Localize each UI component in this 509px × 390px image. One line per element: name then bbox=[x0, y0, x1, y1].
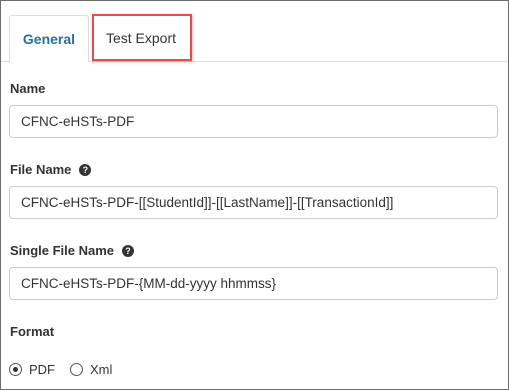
file-name-label: File Name ? bbox=[10, 162, 92, 177]
file-name-input[interactable]: CFNC-eHSTs-PDF-[[StudentId]]-[[LastName]… bbox=[9, 186, 498, 219]
format-xml-label[interactable]: Xml bbox=[90, 362, 112, 377]
question-circle-icon[interactable]: ? bbox=[79, 163, 92, 176]
name-label-text: Name bbox=[10, 81, 46, 96]
name-label: Name bbox=[10, 81, 45, 96]
format-xml-radio[interactable] bbox=[70, 362, 83, 376]
single-file-name-label: Single File Name ? bbox=[10, 243, 135, 258]
format-pdf-radio[interactable] bbox=[9, 362, 22, 376]
file-name-label-text: File Name bbox=[10, 162, 72, 177]
format-pdf-label[interactable]: PDF bbox=[29, 362, 55, 377]
format-label-text: Format bbox=[10, 324, 55, 339]
format-label: Format bbox=[10, 324, 54, 339]
single-file-name-input[interactable]: CFNC-eHSTs-PDF-{MM-dd-yyyy hhmmss} bbox=[9, 267, 498, 300]
tab-bar: General Test Export bbox=[1, 1, 508, 63]
tab-test-export[interactable]: Test Export bbox=[97, 15, 185, 63]
tab-general[interactable]: General bbox=[9, 15, 89, 63]
question-circle-icon[interactable]: ? bbox=[122, 244, 135, 257]
format-radio-group: PDF Xml bbox=[9, 360, 112, 378]
single-file-name-label-text: Single File Name bbox=[10, 243, 115, 258]
export-settings-panel: General Test Export Name CFNC-eHSTs-PDF … bbox=[0, 0, 509, 390]
name-input[interactable]: CFNC-eHSTs-PDF bbox=[9, 105, 498, 138]
